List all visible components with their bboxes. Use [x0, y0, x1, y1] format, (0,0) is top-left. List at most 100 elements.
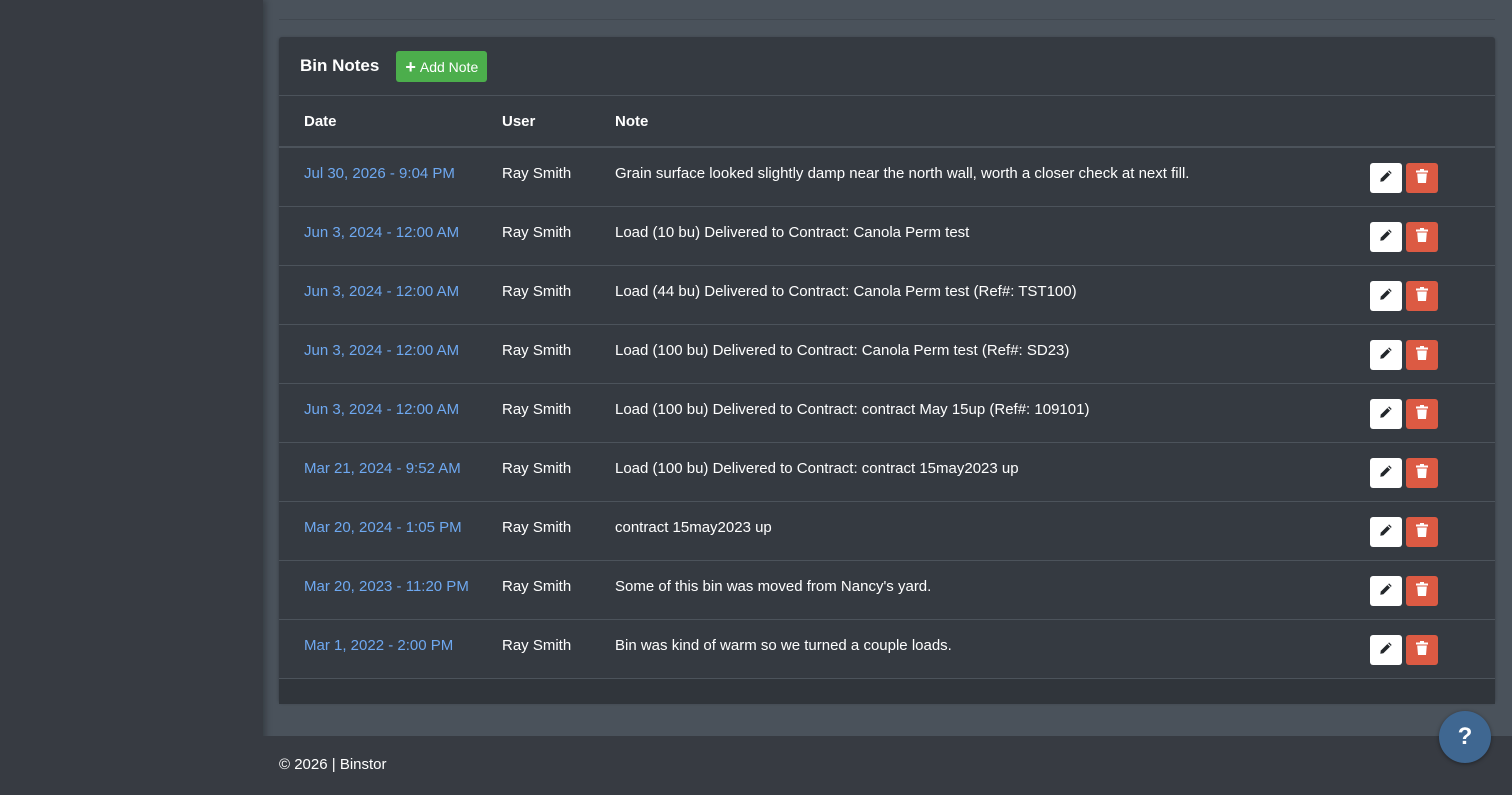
edit-note-button[interactable] — [1370, 222, 1402, 252]
note-text: Load (100 bu) Delivered to Contract: con… — [615, 401, 1090, 418]
table-row: Jun 3, 2024 - 12:00 AM Ray Smith Load (100… — [279, 383, 1495, 443]
date-cell: Jul 30, 2026 - 9:04 PM — [279, 147, 502, 207]
user-cell: Ray Smith — [502, 324, 615, 384]
column-header-user: User — [502, 96, 615, 148]
table-row: Mar 1, 2022 - 2:00 PM Ray Smith Bin was ki… — [279, 619, 1495, 679]
user-cell: Ray Smith — [502, 501, 615, 561]
row-actions — [1370, 443, 1495, 488]
delete-note-button[interactable] — [1406, 517, 1438, 547]
trash-icon — [1416, 228, 1428, 246]
actions-cell — [1370, 560, 1495, 620]
pencil-icon — [1379, 346, 1393, 364]
note-user: Ray Smith — [502, 342, 572, 359]
edit-note-button[interactable] — [1370, 163, 1402, 193]
user-cell: Ray Smith — [502, 560, 615, 620]
note-date-link[interactable]: Jun 3, 2024 - 12:00 AM — [304, 207, 502, 241]
note-text: Load (44 bu) Delivered to Contract: Cano… — [615, 283, 1077, 300]
plus-icon: + — [405, 56, 416, 77]
delete-note-button[interactable] — [1406, 281, 1438, 311]
note-text: Load (10 bu) Delivered to Contract: Cano… — [615, 224, 970, 241]
table-row: Jul 30, 2026 - 9:04 PM Ray Smith Grain sur… — [279, 147, 1495, 207]
user-cell: Ray Smith — [502, 442, 615, 502]
note-user: Ray Smith — [502, 401, 572, 418]
delete-note-button[interactable] — [1406, 163, 1438, 193]
delete-note-button[interactable] — [1406, 222, 1438, 252]
actions-cell — [1370, 324, 1495, 384]
date-cell: Mar 1, 2022 - 2:00 PM — [279, 619, 502, 679]
note-cell: Grain surface looked slightly damp near … — [615, 147, 1370, 207]
actions-cell — [1370, 265, 1495, 325]
user-cell: Ray Smith — [502, 206, 615, 266]
note-user: Ray Smith — [502, 578, 572, 595]
date-cell: Jun 3, 2024 - 12:00 AM — [279, 383, 502, 443]
date-cell: Jun 3, 2024 - 12:00 AM — [279, 265, 502, 325]
note-text: Load (100 bu) Delivered to Contract: Can… — [615, 342, 1070, 359]
note-date-link[interactable]: Jun 3, 2024 - 12:00 AM — [304, 384, 502, 418]
note-cell: Load (100 bu) Delivered to Contract: con… — [615, 383, 1370, 443]
user-cell: Ray Smith — [502, 619, 615, 679]
pencil-icon — [1379, 228, 1393, 246]
table-row: Mar 21, 2024 - 9:52 AM Ray Smith Load (100… — [279, 442, 1495, 502]
note-date-link[interactable]: Mar 1, 2022 - 2:00 PM — [304, 620, 502, 654]
note-cell: Load (100 bu) Delivered to Contract: Can… — [615, 324, 1370, 384]
card-header: Bin Notes + Add Note — [279, 37, 1495, 96]
delete-note-button[interactable] — [1406, 635, 1438, 665]
table-row: Mar 20, 2024 - 1:05 PM Ray Smith contract … — [279, 501, 1495, 561]
row-actions — [1370, 620, 1495, 665]
page-footer: © 2026 | Binstor — [263, 736, 1512, 795]
note-date-link[interactable]: Jun 3, 2024 - 12:00 AM — [304, 266, 502, 300]
note-cell: Some of this bin was moved from Nancy's … — [615, 560, 1370, 620]
note-date-link[interactable]: Jun 3, 2024 - 12:00 AM — [304, 325, 502, 359]
trash-icon — [1416, 287, 1428, 305]
edit-note-button[interactable] — [1370, 399, 1402, 429]
edit-note-button[interactable] — [1370, 517, 1402, 547]
sidebar — [0, 0, 263, 795]
footer-copyright: © 2026 | Binstor — [279, 756, 387, 773]
trash-icon — [1416, 169, 1428, 187]
delete-note-button[interactable] — [1406, 576, 1438, 606]
note-date-link[interactable]: Jul 30, 2026 - 9:04 PM — [304, 148, 502, 182]
trash-icon — [1416, 523, 1428, 541]
note-date-link[interactable]: Mar 20, 2024 - 1:05 PM — [304, 502, 502, 536]
user-cell: Ray Smith — [502, 147, 615, 207]
note-date-link[interactable]: Mar 20, 2023 - 11:20 PM — [304, 561, 502, 595]
table-row: Jun 3, 2024 - 12:00 AM Ray Smith Load (100… — [279, 324, 1495, 384]
actions-cell — [1370, 206, 1495, 266]
edit-note-button[interactable] — [1370, 458, 1402, 488]
edit-note-button[interactable] — [1370, 281, 1402, 311]
date-cell: Jun 3, 2024 - 12:00 AM — [279, 206, 502, 266]
actions-cell — [1370, 383, 1495, 443]
edit-note-button[interactable] — [1370, 340, 1402, 370]
card-title: Bin Notes — [300, 56, 380, 75]
add-note-button[interactable]: + Add Note — [396, 51, 488, 82]
trash-icon — [1416, 582, 1428, 600]
row-actions — [1370, 325, 1495, 370]
row-actions — [1370, 561, 1495, 606]
note-text: Some of this bin was moved from Nancy's … — [615, 578, 932, 595]
delete-note-button[interactable] — [1406, 340, 1438, 370]
column-header-date: Date — [279, 96, 502, 148]
note-user: Ray Smith — [502, 460, 572, 477]
row-actions — [1370, 148, 1495, 193]
trash-icon — [1416, 405, 1428, 423]
column-header-actions — [1370, 96, 1495, 148]
question-icon: ? — [1457, 723, 1473, 750]
column-header-note: Note — [615, 96, 1370, 148]
user-cell: Ray Smith — [502, 265, 615, 325]
add-note-label: Add Note — [419, 58, 479, 75]
user-cell: Ray Smith — [502, 383, 615, 443]
help-button[interactable]: ? — [1439, 711, 1491, 763]
delete-note-button[interactable] — [1406, 458, 1438, 488]
actions-cell — [1370, 442, 1495, 502]
top-divider — [279, 19, 1495, 20]
table-row: Jun 3, 2024 - 12:00 AM Ray Smith Load (10 … — [279, 206, 1495, 266]
edit-note-button[interactable] — [1370, 635, 1402, 665]
row-actions — [1370, 502, 1495, 547]
note-date-link[interactable]: Mar 21, 2024 - 9:52 AM — [304, 443, 502, 477]
edit-note-button[interactable] — [1370, 576, 1402, 606]
note-cell: contract 15may2023 up — [615, 501, 1370, 561]
table-header-row: Date User Note — [279, 96, 1495, 148]
note-user: Ray Smith — [502, 165, 572, 182]
pencil-icon — [1379, 169, 1393, 187]
delete-note-button[interactable] — [1406, 399, 1438, 429]
